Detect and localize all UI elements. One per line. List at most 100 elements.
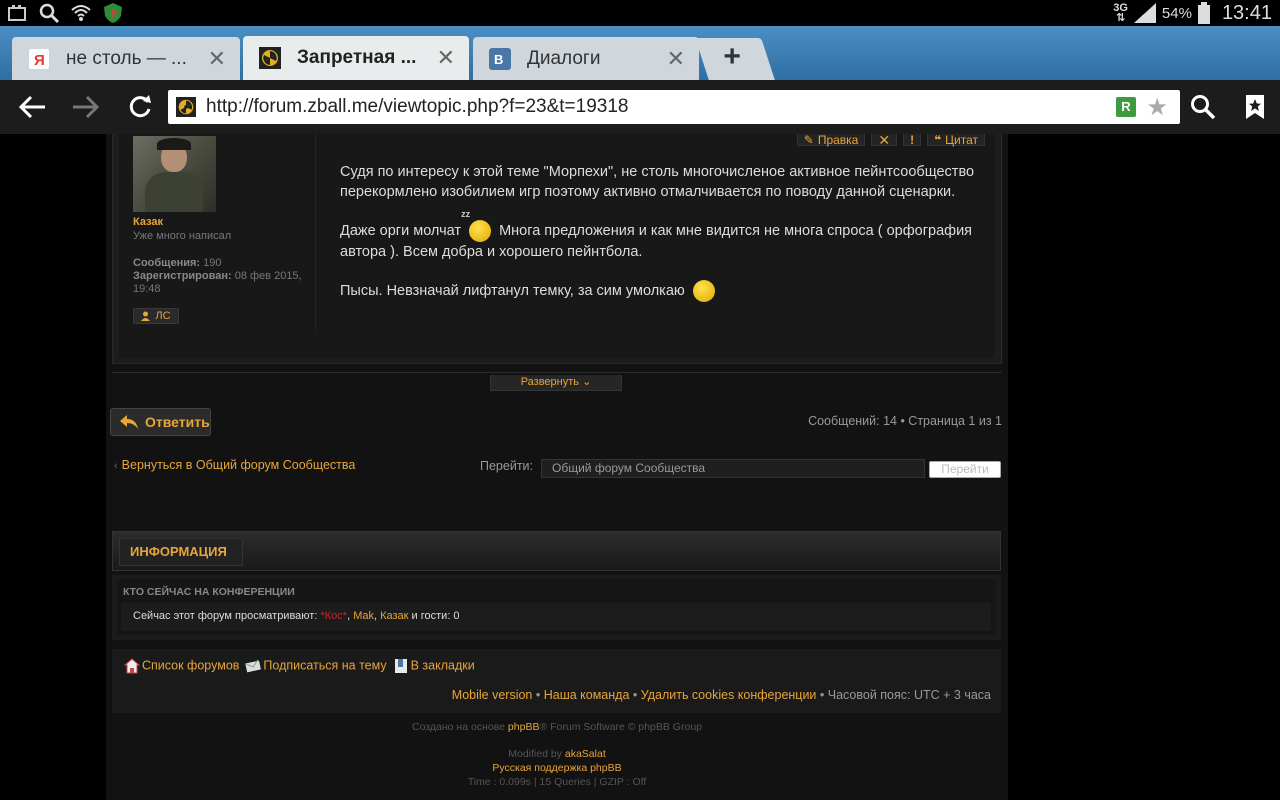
edit-button[interactable]: ✎ Правка bbox=[796, 134, 866, 147]
radiation-icon bbox=[176, 97, 196, 117]
search-button[interactable] bbox=[1188, 92, 1218, 122]
bookmark-star-icon bbox=[1246, 95, 1264, 119]
tab-title: не столь — ... bbox=[66, 47, 186, 69]
user-icon bbox=[141, 311, 151, 321]
arrow-right-icon bbox=[73, 95, 99, 119]
post-tools: ✎ Правка ✕ ! ❝ Цитат bbox=[796, 134, 985, 148]
reply-button[interactable]: Ответить bbox=[110, 408, 211, 436]
info-header: ИНФОРМАЦИЯ bbox=[112, 531, 1001, 571]
clock: 13:41 bbox=[1221, 1, 1272, 24]
reload-button[interactable] bbox=[125, 92, 155, 122]
reply-arrow-icon bbox=[120, 415, 138, 429]
subscribe-link[interactable]: Подписаться на тему bbox=[245, 658, 387, 674]
online-title: КТО СЕЙЧАС НА КОНФЕРЕНЦИИ bbox=[123, 586, 295, 598]
svg-text:B: B bbox=[494, 52, 503, 67]
report-button[interactable]: ! bbox=[903, 134, 922, 146]
chevron-down-icon: ⌄ bbox=[582, 376, 592, 388]
battery-icon bbox=[1197, 2, 1210, 24]
close-tab-icon[interactable]: ✕ bbox=[437, 47, 455, 69]
address-bar[interactable]: http://forum.zball.me/viewtopic.php?f=23… bbox=[168, 90, 1180, 124]
post-paragraph: Даже орги молчат zz Многа предложения и … bbox=[340, 209, 973, 260]
home-icon bbox=[124, 658, 140, 674]
close-tab-icon[interactable]: ✕ bbox=[667, 48, 685, 70]
jump-label: Перейти: bbox=[480, 459, 534, 473]
footer-links: Mobile version • Наша команда • Удалить … bbox=[451, 688, 991, 702]
screenshot-icon bbox=[8, 5, 26, 21]
user-rank: Уже много написал bbox=[133, 230, 232, 242]
divider bbox=[112, 372, 1002, 373]
delete-button[interactable]: ✕ bbox=[871, 134, 898, 148]
bookmark-icon bbox=[394, 659, 407, 673]
tab-forum[interactable]: Запретная ... ✕ bbox=[243, 36, 469, 80]
envelope-icon bbox=[245, 659, 262, 673]
bookmarks-button[interactable] bbox=[1240, 92, 1270, 122]
credits-line: Time : 0.099s | 15 Queries | GZIP : Off bbox=[467, 776, 647, 788]
post-paragraph: Судя по интересу к этой теме "Морпехи", … bbox=[340, 164, 975, 200]
post-author[interactable]: Казак bbox=[133, 216, 163, 228]
pm-button[interactable]: ЛС bbox=[133, 308, 179, 324]
timezone-text: Часовой пояс: UTC + 3 часа bbox=[827, 688, 991, 702]
shield-icon bbox=[104, 3, 122, 23]
forum-list-link[interactable]: Список форумов bbox=[124, 658, 239, 674]
status-bar: 3G ⇅ 54% 13:41 bbox=[0, 0, 1280, 26]
footer-box: Список форумов Подписаться на тему В зак… bbox=[112, 649, 1001, 713]
tab-strip: Я не столь — ... ✕ Запретная ... ✕ B Диа… bbox=[0, 26, 1280, 80]
svg-text:Я: Я bbox=[34, 52, 45, 69]
radiation-icon bbox=[259, 47, 281, 69]
arrow-left-icon bbox=[19, 95, 45, 119]
url-text[interactable]: http://forum.zball.me/viewtopic.php?f=23… bbox=[206, 96, 628, 118]
online-user-link[interactable]: Казак bbox=[380, 610, 408, 622]
avatar[interactable] bbox=[133, 136, 216, 212]
user-registered: Зарегистрирован: 08 фев 2015, 19:48 bbox=[133, 270, 302, 295]
new-tab-button[interactable]: + bbox=[695, 38, 775, 80]
quote-button[interactable]: ❝ Цитат bbox=[927, 134, 985, 146]
russian-support-link[interactable]: Русская поддержка phpBB bbox=[492, 762, 621, 774]
delete-icon: ✕ bbox=[878, 134, 891, 148]
pagination-info: Сообщений: 14 • Страница 1 из 1 bbox=[808, 414, 1002, 428]
forward-button[interactable] bbox=[70, 92, 100, 122]
credits-line: Modified by akaSalat bbox=[508, 748, 606, 760]
pencil-icon: ✎ bbox=[803, 134, 814, 147]
tab-yandex[interactable]: Я не столь — ... ✕ bbox=[12, 37, 240, 80]
tab-title: Запретная ... bbox=[297, 47, 417, 68]
back-to-forum-link[interactable]: ‹ Вернуться в Общий форум Сообщества bbox=[114, 458, 355, 472]
forum-page: Казак Уже много написал Сообщения: 190 З… bbox=[106, 134, 1008, 800]
info-tab[interactable]: ИНФОРМАЦИЯ bbox=[119, 538, 243, 566]
tab-vk[interactable]: B Диалоги ✕ bbox=[473, 37, 699, 80]
quote-icon: ❝ bbox=[934, 134, 942, 147]
network-type: 3G ⇅ bbox=[1113, 2, 1128, 24]
jump-go-button[interactable]: Перейти bbox=[929, 461, 1001, 478]
phpbb-link[interactable]: phpBB bbox=[508, 721, 540, 733]
user-posts-count: Сообщения: 190 bbox=[133, 257, 222, 269]
wifi-icon bbox=[71, 5, 91, 21]
post-paragraph: Пысы. Невзначай лифтанул темку, за сим у… bbox=[340, 280, 1006, 302]
yandex-icon: Я bbox=[28, 48, 50, 70]
star-icon[interactable]: ★ bbox=[1146, 93, 1168, 122]
chevron-left-icon: ‹ bbox=[114, 460, 118, 472]
online-user-link[interactable]: *Кос* bbox=[320, 610, 347, 622]
team-link[interactable]: Наша команда bbox=[544, 688, 630, 702]
refresh-icon bbox=[129, 95, 151, 118]
mobile-version-link[interactable]: Mobile version bbox=[452, 688, 533, 702]
browser-toolbar: http://forum.zball.me/viewtopic.php?f=23… bbox=[0, 80, 1280, 134]
online-box: КТО СЕЙЧАС НА КОНФЕРЕНЦИИ Сейчас этот фо… bbox=[112, 575, 1001, 640]
grinning-smiley-icon bbox=[692, 280, 715, 302]
search-icon bbox=[39, 3, 60, 24]
delete-cookies-link[interactable]: Удалить cookies конференции bbox=[641, 688, 817, 702]
jump-select[interactable]: Общий форум Сообщества bbox=[541, 459, 925, 478]
tab-title: Диалоги bbox=[527, 47, 601, 69]
credits-line: Создано на основе phpBB® Forum Software … bbox=[412, 721, 702, 733]
post-content: Судя по интересу к этой теме "Морпехи", … bbox=[340, 162, 1006, 320]
online-user-link[interactable]: Mak bbox=[353, 610, 374, 622]
battery-percent: 54% bbox=[1161, 4, 1192, 22]
back-button[interactable] bbox=[18, 92, 48, 122]
author-link[interactable]: akaSalat bbox=[565, 748, 606, 760]
post-inner: Казак Уже много написал Сообщения: 190 З… bbox=[119, 134, 995, 358]
vk-icon: B bbox=[489, 47, 511, 70]
close-tab-icon[interactable]: ✕ bbox=[208, 48, 226, 70]
bookmark-link[interactable]: В закладки bbox=[393, 658, 475, 674]
extension-icon[interactable]: R bbox=[1116, 97, 1136, 117]
expand-button[interactable]: Развернуть ⌄ bbox=[490, 375, 622, 391]
forum-post: Казак Уже много написал Сообщения: 190 З… bbox=[112, 134, 1002, 364]
divider bbox=[315, 134, 316, 330]
